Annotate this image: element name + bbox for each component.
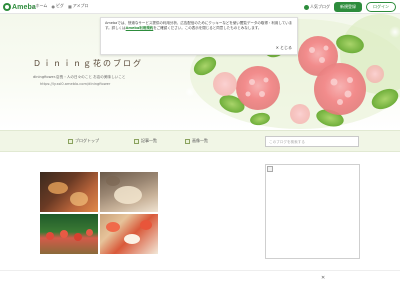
nav-articles-label: 記事一覧 <box>141 138 157 143</box>
top-nav-ameplo-label: アメプロ <box>72 3 89 8</box>
top-bar: Ameba ⌂ ホーム ● ピグ ■ アメプロ 人気ブログ 新規登録 ログイン <box>0 0 400 14</box>
top-nav-pig[interactable]: ● ピグ <box>51 3 64 9</box>
images-icon <box>185 138 190 144</box>
login-button[interactable]: ログイン <box>366 2 396 12</box>
blog-search-input[interactable] <box>265 136 359 147</box>
photo-grid <box>40 172 158 254</box>
nav-images-label: 画像一覧 <box>192 138 208 143</box>
blog-header-banner: Ｄｉｎｉｎｇ花のブログ diningfiower.店長・人の日々のこと お店の美… <box>0 14 400 130</box>
top-nav-home-label: ホーム <box>35 3 48 8</box>
blog-title[interactable]: Ｄｉｎｉｎｇ花のブログ <box>33 58 143 69</box>
popular-blog-link[interactable]: 人気ブログ <box>304 4 330 10</box>
broken-image-icon <box>267 166 273 172</box>
close-icon: ✕ <box>275 45 279 50</box>
blog-nav-bar: ブログトップ 記事一覧 画像一覧 <box>0 130 400 152</box>
notice-close-label: とじる <box>280 45 292 50</box>
top-nav-home[interactable]: ⌂ ホーム <box>32 3 47 9</box>
blog-url[interactable]: https://ly.ssl0.ameblo.com/diningfiower <box>40 82 110 86</box>
ameba-logo-icon <box>3 3 11 11</box>
top-right-actions: 人気ブログ 新規登録 ログイン <box>304 2 396 12</box>
ameba-logo[interactable]: Ameba <box>3 2 36 12</box>
home-icon: ⌂ <box>32 3 35 9</box>
top-nav-ameplo[interactable]: ■ アメプロ <box>68 3 89 9</box>
notice-close-button[interactable]: ✕ とじる <box>276 45 292 50</box>
pig-icon: ● <box>51 3 55 9</box>
register-button[interactable]: 新規登録 <box>334 2 362 12</box>
nav-blog-top-label: ブログトップ <box>75 138 99 143</box>
top-nav-pig-label: ピグ <box>55 3 64 8</box>
nav-blog-top[interactable]: ブログトップ <box>68 138 99 144</box>
cookie-notice-text-after: をご確認ください。この表示を閉じると同意したものとみなします。 <box>153 26 262 30</box>
popular-blog-label: 人気ブログ <box>310 4 330 9</box>
top-nav: ⌂ ホーム ● ピグ ■ アメプロ <box>32 3 89 9</box>
nav-images[interactable]: 画像一覧 <box>185 138 208 144</box>
photo-bread[interactable] <box>100 172 158 212</box>
terms-link[interactable]: Ameba利用規約 <box>126 26 154 30</box>
bottom-ad-bar: ✕ <box>0 270 400 300</box>
blog-description: diningfiower.店長・人の日々のこと お店の美味しいこと <box>33 75 126 79</box>
photo-food-grill[interactable] <box>40 172 98 212</box>
photo-tomato-greenhouse[interactable] <box>40 214 98 254</box>
articles-icon <box>134 138 139 144</box>
nav-articles[interactable]: 記事一覧 <box>134 138 157 144</box>
cookie-notice: Amebaでは、快適なサービス提供の利用分析、広告配信のためにクッキーなどを使い… <box>100 17 298 55</box>
blog-top-icon <box>68 138 73 144</box>
popular-blog-icon <box>304 4 309 10</box>
close-icon[interactable]: ✕ <box>321 275 325 281</box>
photo-sushi-platter[interactable] <box>100 214 158 254</box>
app-icon: ■ <box>67 3 72 9</box>
ad-placeholder[interactable] <box>265 164 360 259</box>
